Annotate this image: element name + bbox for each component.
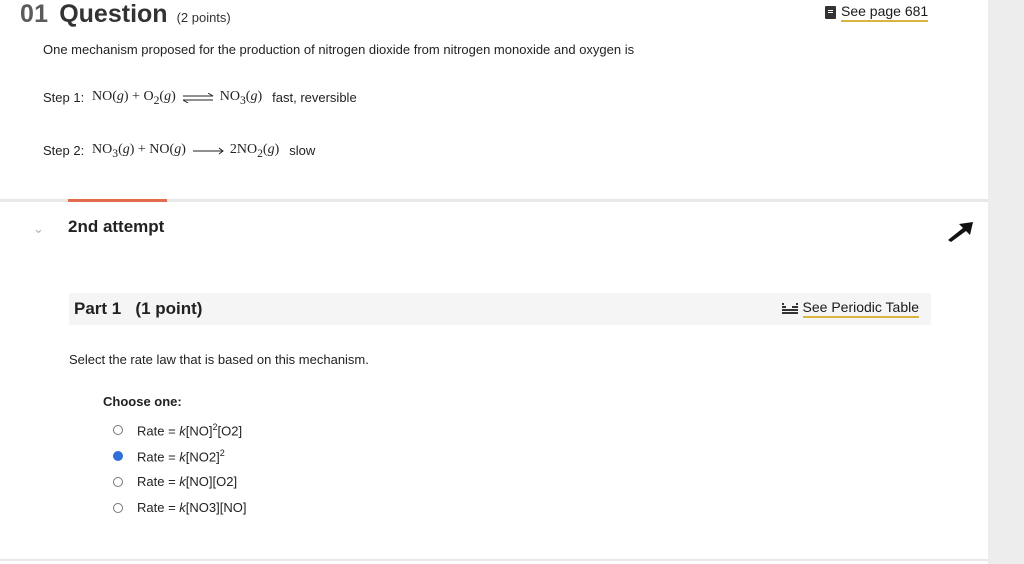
option-4-label: Rate = k[NO3][NO] bbox=[137, 500, 247, 515]
step-2-note: slow bbox=[289, 143, 316, 159]
option-4-radio[interactable] bbox=[113, 502, 123, 513]
mechanism-step-2: Step 2: NO3(g) + NO(g) 2NO2(g) slow bbox=[43, 142, 315, 160]
part-prompt: Select the rate law that is based on thi… bbox=[69, 352, 369, 367]
question-word: Question bbox=[59, 0, 168, 28]
step-1-products: NO3(g) bbox=[219, 89, 263, 107]
mechanism-step-1: Step 1: NO(g) + O2(g) NO3(g) fast, rever… bbox=[43, 89, 357, 107]
option-1[interactable]: Rate = k[NO]2[O2] bbox=[113, 422, 242, 438]
option-3-radio[interactable] bbox=[113, 476, 123, 487]
question-number: 01 bbox=[20, 0, 49, 28]
step-2-products: 2NO2(g) bbox=[229, 142, 280, 160]
periodic-table-link[interactable]: See Periodic Table bbox=[781, 299, 919, 318]
choose-one-label: Choose one: bbox=[103, 394, 182, 409]
option-3-label: Rate = k[NO][O2] bbox=[137, 474, 238, 489]
book-icon bbox=[825, 6, 836, 19]
see-page-label: See page 681 bbox=[841, 3, 929, 22]
chevron-down-icon[interactable]: ⌄ bbox=[33, 221, 44, 237]
forward-arrow-icon bbox=[192, 147, 224, 155]
step-1-note: fast, reversible bbox=[272, 90, 357, 106]
part-header: Part 1 (1 point) See Periodic Table bbox=[69, 293, 931, 325]
attempt-heading[interactable]: 2nd attempt bbox=[68, 217, 164, 237]
option-4[interactable]: Rate = k[NO3][NO] bbox=[113, 500, 246, 515]
question-intro: One mechanism proposed for the productio… bbox=[43, 42, 635, 57]
option-1-label: Rate = k[NO]2[O2] bbox=[137, 422, 243, 439]
step-1-label: Step 1: bbox=[43, 90, 85, 106]
equilibrium-arrow-icon bbox=[182, 92, 213, 103]
attempt-accent-bar bbox=[68, 199, 167, 202]
question-points: (2 points) bbox=[176, 10, 231, 25]
question-header: 01 Question (2 points) bbox=[20, 0, 231, 34]
pin-arrow-icon[interactable] bbox=[946, 218, 976, 242]
part-title: Part 1 (1 point) bbox=[74, 299, 203, 318]
step-1-reactants: NO(g) + O2(g) bbox=[92, 89, 176, 107]
step-2-reactants: NO3(g) + NO(g) bbox=[92, 142, 186, 160]
periodic-table-icon bbox=[781, 302, 798, 314]
right-scroll-rail[interactable] bbox=[988, 0, 1024, 564]
see-page-link[interactable]: See page 681 bbox=[825, 3, 929, 22]
step-2-label: Step 2: bbox=[43, 143, 85, 159]
periodic-table-label: See Periodic Table bbox=[802, 299, 919, 318]
option-2-label: Rate = k[NO2]2 bbox=[137, 448, 225, 465]
question-panel: 01 Question (2 points) See page 681 One … bbox=[0, 0, 988, 564]
option-2-radio-selected[interactable] bbox=[113, 451, 123, 462]
bottom-divider bbox=[0, 559, 988, 561]
option-1-radio[interactable] bbox=[113, 425, 123, 436]
option-2[interactable]: Rate = k[NO2]2 bbox=[113, 448, 225, 464]
option-3[interactable]: Rate = k[NO][O2] bbox=[113, 474, 237, 489]
